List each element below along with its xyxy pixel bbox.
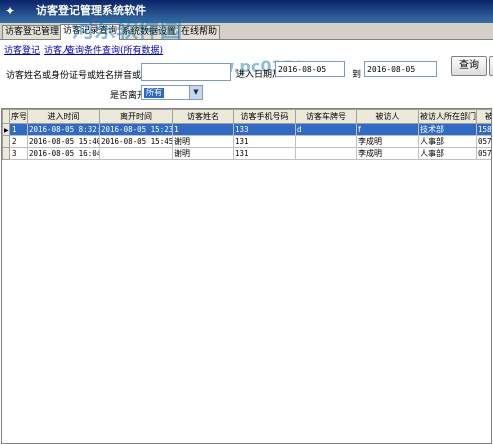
cell-plate[interactable]: d: [295, 123, 357, 136]
date-to-input[interactable]: [364, 61, 437, 77]
cell-host[interactable]: 李成明: [356, 135, 419, 148]
cell-visitor-phone[interactable]: 133: [233, 123, 296, 136]
cell-enter-time[interactable]: 2016-08-05 16:04:30: [27, 147, 100, 160]
cell-host[interactable]: f: [356, 123, 419, 136]
row-indicator-header: [2, 109, 10, 124]
extra-button[interactable]: [489, 56, 493, 76]
date-from-input[interactable]: [275, 61, 345, 77]
cell-host-dept[interactable]: 人事部: [418, 135, 477, 148]
keyword-input[interactable]: [141, 63, 231, 81]
cell-visitor-phone[interactable]: 131: [233, 135, 296, 148]
table-row[interactable]: 2 2016-08-05 15:40:19 2016-08-05 15:45:3…: [2, 135, 491, 148]
row-pointer-icon: ▶: [2, 123, 10, 136]
cell-visitor-name[interactable]: 1: [172, 123, 234, 136]
row-indicator: [2, 147, 10, 160]
tab-visitor-records[interactable]: 访客记录查询: [60, 24, 121, 40]
cell-visitor-name[interactable]: 谢明: [172, 147, 234, 160]
tab-visitor-register[interactable]: 访客登记管理: [2, 25, 63, 39]
tab-strip: 访客登记管理 访客记录查询 系统数据设置 在线帮助: [0, 23, 493, 40]
cell-enter-time[interactable]: 2016-08-05 8:32:01: [27, 123, 100, 136]
title-bar: ✦ 访客登记管理系统软件: [0, 0, 493, 23]
query-button[interactable]: 查询: [451, 56, 487, 76]
cell-enter-time[interactable]: 2016-08-05 15:40:19: [27, 135, 100, 148]
cell-visitor-phone[interactable]: 131: [233, 147, 296, 160]
cell-extra[interactable]: 0579: [476, 135, 491, 148]
column-header[interactable]: 访客车牌号: [295, 109, 357, 124]
cell-extra[interactable]: 0579: [476, 147, 491, 160]
cell-leave-time[interactable]: 2016-08-05 15:23:11: [99, 123, 173, 136]
cell-visitor-name[interactable]: 谢明: [172, 135, 234, 148]
app-icon: ✦: [4, 4, 16, 18]
cell-leave-time[interactable]: 2016-08-05 15:45:35: [99, 135, 173, 148]
cell-extra[interactable]: 158: [476, 123, 491, 136]
chevron-down-icon[interactable]: ▼: [189, 86, 202, 99]
cell-plate[interactable]: [295, 135, 357, 148]
table-row[interactable]: 3 2016-08-05 16:04:30 谢明 131 李成明 人事部 057…: [2, 147, 491, 160]
row-indicator: [2, 135, 10, 148]
visitor-records-grid[interactable]: 序号 进入时间 离开时间 访客姓名 访客手机号码 访客车牌号 被访人 被访人所在…: [1, 108, 492, 444]
subnav-condition-query[interactable]: 查询条件查询(所有数据): [66, 43, 163, 56]
column-header[interactable]: 被访人: [356, 109, 419, 124]
tab-system-settings[interactable]: 系统数据设置: [119, 25, 180, 39]
left-status-select[interactable]: 所有 ▼: [141, 85, 203, 100]
column-header[interactable]: 访客姓名: [172, 109, 234, 124]
tab-online-help[interactable]: 在线帮助: [178, 25, 221, 39]
cell-no[interactable]: 1: [9, 123, 28, 136]
cell-leave-time[interactable]: [99, 147, 173, 160]
table-header-row: 序号 进入时间 离开时间 访客姓名 访客手机号码 访客车牌号 被访人 被访人所在…: [2, 109, 491, 124]
sub-navigation: 访客登记 访客人 查询条件查询(所有数据): [0, 40, 493, 58]
column-header[interactable]: 被访人所在部门: [418, 109, 477, 124]
cell-plate[interactable]: [295, 147, 357, 160]
column-header[interactable]: 进入时间: [27, 109, 100, 124]
column-header[interactable]: 离开时间: [99, 109, 173, 124]
left-status-value: 所有: [144, 88, 164, 98]
table-row[interactable]: ▶ 1 2016-08-05 8:32:01 2016-08-05 15:23:…: [2, 123, 491, 136]
cell-no[interactable]: 3: [9, 147, 28, 160]
cell-host[interactable]: 李成明: [356, 147, 419, 160]
window-title: 访客登记管理系统软件: [36, 4, 146, 17]
cell-no[interactable]: 2: [9, 135, 28, 148]
date-to-label: 到: [352, 70, 362, 80]
cell-host-dept[interactable]: 人事部: [418, 147, 477, 160]
column-header[interactable]: 序号: [9, 109, 28, 124]
subnav-visitor-register[interactable]: 访客登记: [4, 43, 40, 56]
cell-host-dept[interactable]: 技术部: [418, 123, 477, 136]
records-table: 序号 进入时间 离开时间 访客姓名 访客手机号码 访客车牌号 被访人 被访人所在…: [2, 109, 491, 160]
column-header[interactable]: 被: [476, 109, 491, 124]
column-header[interactable]: 访客手机号码: [233, 109, 296, 124]
